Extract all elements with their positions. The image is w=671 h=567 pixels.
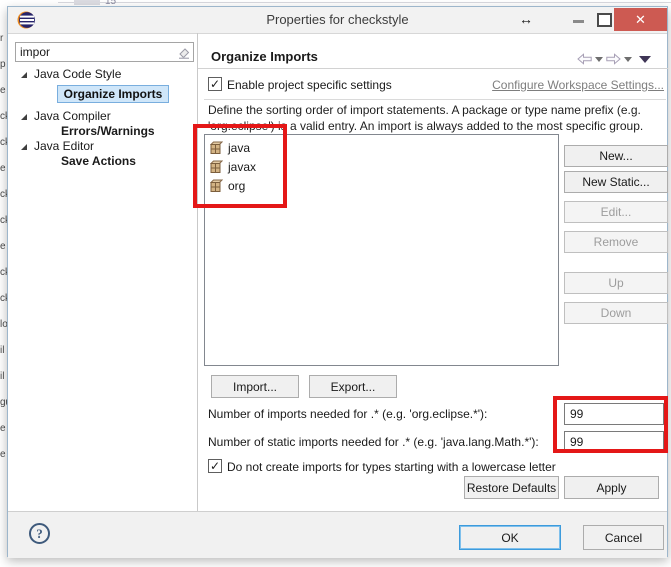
tree-node-label: Java Code Style bbox=[34, 67, 121, 81]
cancel-button[interactable]: Cancel bbox=[583, 525, 664, 550]
tree-node-organize-imports-selected[interactable]: Organize Imports bbox=[57, 85, 169, 103]
background-text-fragments: r p e ck ck e ck ck e ck ck lo il il gu … bbox=[0, 26, 7, 468]
edit-button: Edit... bbox=[564, 201, 668, 223]
tree-node-label: Save Actions bbox=[61, 154, 136, 168]
static-imports-count-label: Number of static imports needed for .* (… bbox=[208, 435, 539, 449]
help-icon[interactable]: ? bbox=[29, 523, 50, 544]
filter-input[interactable] bbox=[20, 44, 170, 60]
ok-button[interactable]: OK bbox=[459, 525, 561, 550]
lowercase-imports-checkbox[interactable]: ✓ bbox=[208, 459, 222, 473]
dialog-footer: ? OK Cancel bbox=[8, 511, 667, 558]
tree-expand-icon[interactable] bbox=[21, 72, 27, 78]
restore-size-icon[interactable]: ↔ bbox=[519, 11, 533, 27]
new-button[interactable]: New... bbox=[564, 145, 668, 167]
tree-node-save-actions[interactable]: Save Actions bbox=[61, 153, 136, 170]
lowercase-imports-label: Do not create imports for types starting… bbox=[227, 460, 556, 474]
properties-dialog: Properties for checkstyle ↔ ✕ Java Code … bbox=[7, 6, 668, 557]
back-arrow-icon[interactable] bbox=[577, 53, 592, 65]
clear-filter-icon[interactable] bbox=[177, 46, 190, 59]
down-button: Down bbox=[564, 302, 668, 324]
export-button[interactable]: Export... bbox=[309, 375, 397, 398]
description-line-1: Define the sorting order of import state… bbox=[208, 103, 670, 117]
view-menu-icon[interactable] bbox=[639, 56, 651, 63]
tree-expand-icon[interactable] bbox=[21, 114, 27, 120]
screen: 15 r p e ck ck e ck ck e ck ck lo il il … bbox=[0, 0, 671, 567]
annotation-rect-import-groups bbox=[193, 124, 287, 208]
tree-node-label: Java Compiler bbox=[34, 109, 111, 123]
back-history-dropdown-icon[interactable] bbox=[595, 57, 603, 62]
enable-project-settings-checkbox[interactable]: ✓ bbox=[208, 77, 222, 91]
imports-count-label: Number of imports needed for .* (e.g. 'o… bbox=[208, 407, 487, 421]
new-static-button[interactable]: New Static... bbox=[564, 171, 668, 193]
tree-node-java-code-style[interactable]: Java Code Style bbox=[34, 66, 121, 83]
background-window-fragment bbox=[74, 0, 100, 5]
window-title: Properties for checkstyle bbox=[8, 12, 667, 27]
page-title: Organize Imports bbox=[211, 49, 318, 64]
header-divider bbox=[198, 68, 668, 69]
maximize-icon[interactable] bbox=[597, 13, 612, 27]
title-bar[interactable]: Properties for checkstyle ↔ ✕ bbox=[8, 7, 667, 34]
background-window-edge bbox=[58, 2, 671, 3]
tree-expand-icon[interactable] bbox=[21, 144, 27, 150]
filter-box bbox=[15, 42, 194, 62]
forward-history-dropdown-icon[interactable] bbox=[624, 57, 632, 62]
tree-node-label: Organize Imports bbox=[64, 87, 163, 101]
up-button: Up bbox=[564, 272, 668, 294]
annotation-rect-number-fields bbox=[553, 396, 668, 453]
checkmark-icon: ✓ bbox=[210, 77, 220, 91]
enable-project-settings-label: Enable project specific settings bbox=[227, 78, 392, 92]
sidebar-divider bbox=[197, 33, 198, 511]
remove-button: Remove bbox=[564, 231, 668, 253]
close-button[interactable]: ✕ bbox=[614, 8, 667, 31]
restore-defaults-button[interactable]: Restore Defaults bbox=[464, 476, 559, 499]
forward-arrow-icon[interactable] bbox=[606, 53, 621, 65]
import-button[interactable]: Import... bbox=[211, 375, 299, 398]
tree-node-label: Errors/Warnings bbox=[61, 124, 155, 138]
minimize-icon[interactable] bbox=[573, 20, 584, 23]
configure-workspace-settings-link[interactable]: Configure Workspace Settings... bbox=[492, 78, 664, 92]
tree-node-label: Java Editor bbox=[34, 139, 94, 153]
apply-button[interactable]: Apply bbox=[564, 476, 659, 499]
checkmark-icon: ✓ bbox=[210, 459, 220, 473]
section-divider bbox=[204, 99, 666, 100]
